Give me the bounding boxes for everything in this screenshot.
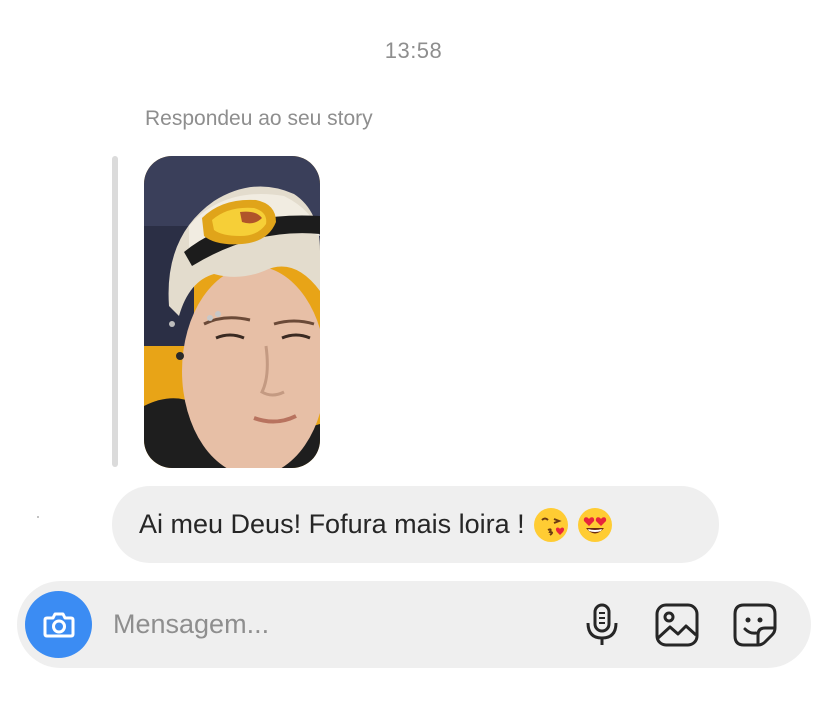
- message-input[interactable]: [113, 581, 553, 668]
- camera-icon: [43, 612, 74, 637]
- voice-message-button[interactable]: [577, 600, 627, 650]
- sticker-icon: [733, 603, 777, 647]
- gallery-button[interactable]: [652, 600, 702, 650]
- image-gallery-icon: [655, 603, 699, 647]
- message-composer: [17, 581, 811, 668]
- microphone-icon: [586, 603, 618, 645]
- heart-eyes-icon: [577, 507, 612, 542]
- face-blowing-kiss-icon: [533, 507, 568, 542]
- story-photo: [144, 156, 320, 468]
- story-reply-note: Respondeu ao seu story: [145, 107, 373, 130]
- sticker-button[interactable]: [730, 600, 780, 650]
- message-bubble[interactable]: Ai meu Deus! Fofura mais loira !: [112, 486, 719, 563]
- camera-button[interactable]: [25, 591, 92, 658]
- story-thumbnail[interactable]: [144, 156, 320, 468]
- message-timestamp: 13:58: [384, 38, 443, 63]
- stray-dot: [37, 516, 39, 518]
- message-text: Ai meu Deus! Fofura mais loira !: [139, 509, 525, 539]
- reply-quote-bar: [112, 156, 118, 467]
